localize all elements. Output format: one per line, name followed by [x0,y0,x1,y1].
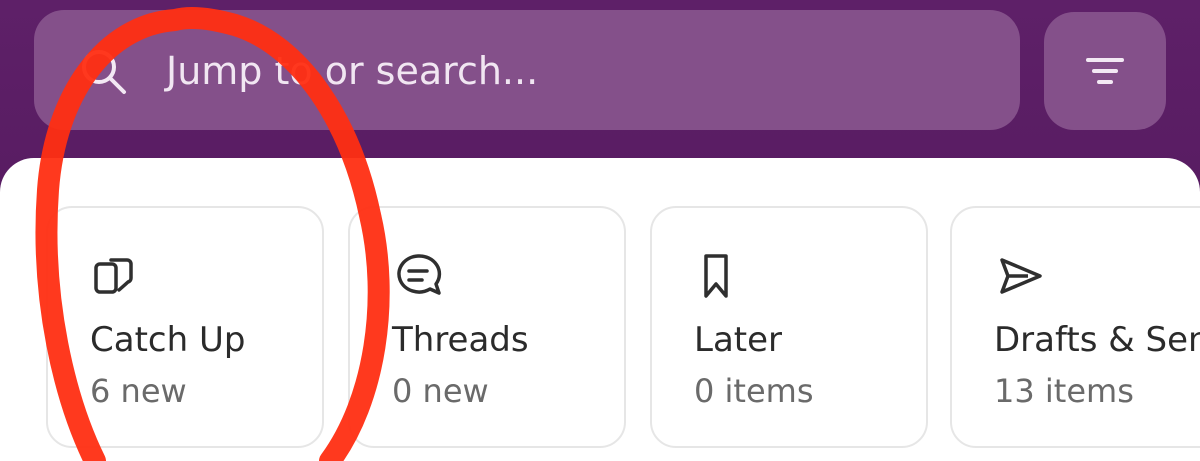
card-threads[interactable]: Threads 0 new [348,206,626,448]
card-later[interactable]: Later 0 items [650,206,928,448]
card-subtitle: 0 new [392,372,489,410]
card-subtitle: 13 items [994,372,1134,410]
card-title: Threads [392,320,529,360]
card-subtitle: 6 new [90,372,187,410]
card-title: Catch Up [90,320,246,360]
search-placeholder: Jump to or search... [166,49,539,93]
card-title: Drafts & Sent [994,320,1200,360]
bookmark-icon [704,254,728,298]
search-icon [82,50,126,94]
threads-icon [397,254,442,295]
card-subtitle: 0 items [694,372,814,410]
filter-button[interactable] [1044,12,1166,130]
send-icon [1000,258,1042,294]
card-drafts-sent[interactable]: Drafts & Sent 13 items [950,206,1200,448]
filter-icon [1086,58,1124,84]
card-catch-up[interactable]: Catch Up 6 new [46,206,324,448]
quick-access-panel: Catch Up 6 new Threads 0 new Later 0 ite… [0,158,1200,461]
card-title: Later [694,320,783,360]
catch-up-icon [94,258,133,294]
search-bar[interactable]: Jump to or search... [34,10,1020,130]
